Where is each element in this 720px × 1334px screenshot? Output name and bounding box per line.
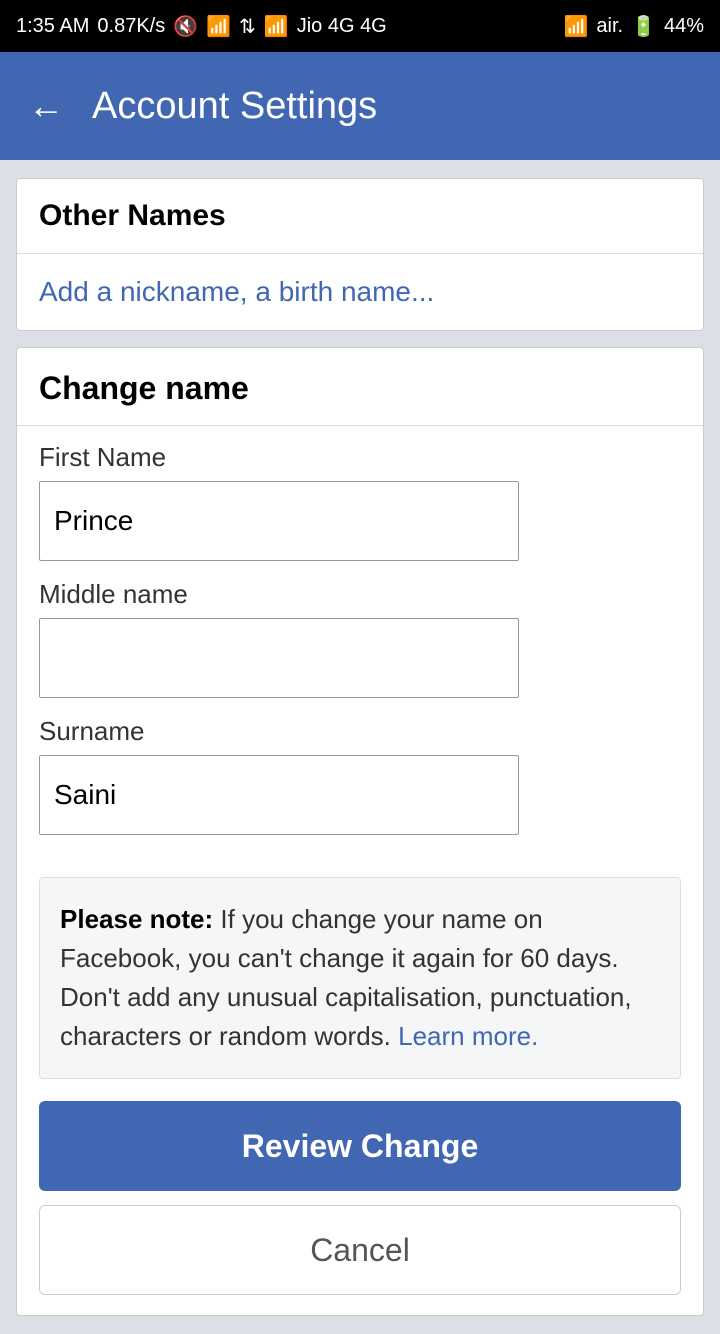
signal-right-icon: 📶: [563, 14, 588, 39]
first-name-group: First Name: [39, 442, 681, 561]
battery-icon: 🔋: [631, 14, 656, 39]
form-section: First Name Middle name Surname: [17, 426, 703, 869]
surname-input[interactable]: [39, 755, 519, 835]
add-nickname-link[interactable]: Add a nickname, a birth name...: [17, 254, 703, 330]
mute-icon: 🔇: [173, 14, 198, 39]
middle-name-input[interactable]: [39, 618, 519, 698]
status-right: 📶 air. 🔋 44%: [563, 14, 704, 39]
other-names-header: Other Names: [17, 179, 703, 254]
cancel-button[interactable]: Cancel: [39, 1205, 681, 1295]
app-bar: ← Account Settings: [0, 52, 720, 160]
change-name-card: Change name First Name Middle name Surna…: [16, 347, 704, 1316]
back-button[interactable]: ←: [28, 85, 64, 127]
learn-more-link[interactable]: Learn more.: [398, 1021, 538, 1051]
button-section: Review Change Cancel: [17, 1101, 703, 1315]
first-name-label: First Name: [39, 442, 681, 473]
note-bold-text: Please note:: [60, 904, 213, 934]
wifi-icon: 📶: [206, 14, 231, 39]
review-change-button[interactable]: Review Change: [39, 1101, 681, 1191]
data-arrows-icon: ⇅: [239, 14, 256, 39]
middle-name-group: Middle name: [39, 579, 681, 698]
status-bar: 1:35 AM 0.87K/s 🔇 📶 ⇅ 📶 Jio 4G 4G 📶 air.…: [0, 0, 720, 52]
surname-group: Surname: [39, 716, 681, 835]
network-label: Jio 4G 4G: [297, 15, 387, 38]
other-names-card: Other Names Add a nickname, a birth name…: [16, 178, 704, 331]
middle-name-label: Middle name: [39, 579, 681, 610]
carrier-label: air.: [596, 15, 623, 38]
content-area: Other Names Add a nickname, a birth name…: [0, 160, 720, 1334]
status-left: 1:35 AM 0.87K/s 🔇 📶 ⇅ 📶 Jio 4G 4G: [16, 14, 387, 39]
change-name-header: Change name: [17, 348, 703, 426]
time-display: 1:35 AM: [16, 15, 89, 38]
surname-label: Surname: [39, 716, 681, 747]
speed-display: 0.87K/s: [97, 15, 165, 38]
note-box: Please note: If you change your name on …: [39, 877, 681, 1079]
app-bar-title: Account Settings: [92, 85, 377, 128]
signal-icon: 📶: [264, 14, 289, 39]
first-name-input[interactable]: [39, 481, 519, 561]
battery-label: 44%: [664, 15, 704, 38]
